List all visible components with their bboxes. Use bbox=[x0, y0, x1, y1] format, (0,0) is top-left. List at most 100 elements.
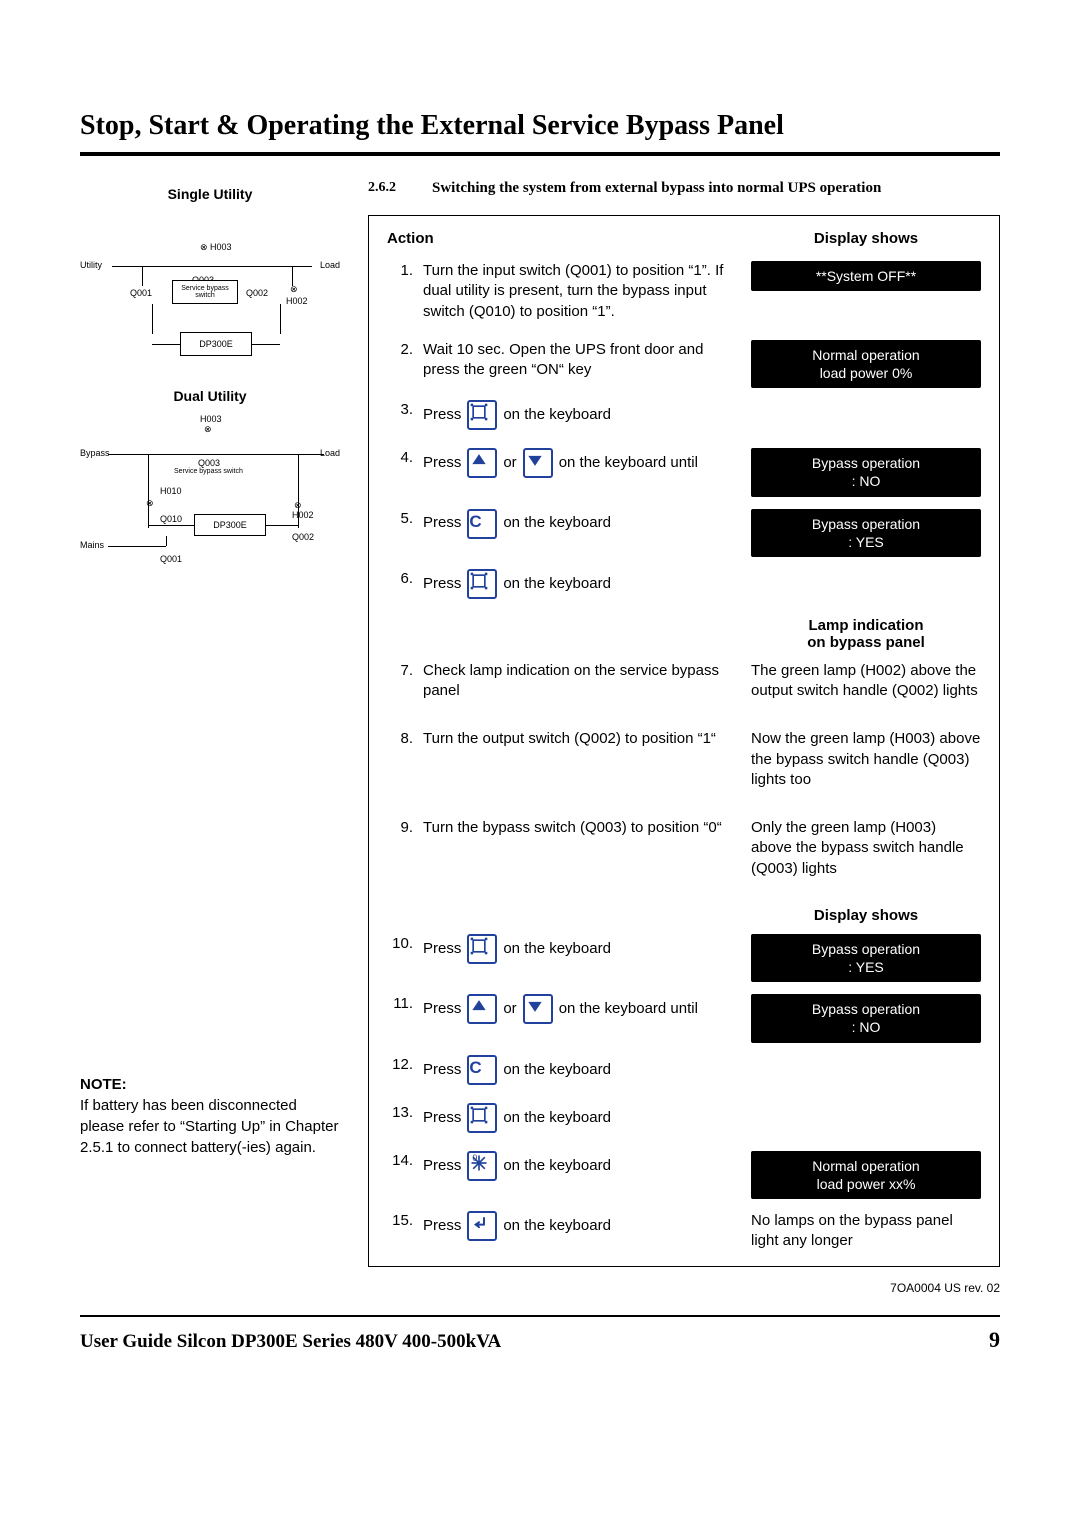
step-num: 9. bbox=[387, 818, 413, 838]
step-text: on the keyboard bbox=[503, 513, 611, 533]
dia-label: Mains bbox=[80, 540, 104, 550]
step-text: Press bbox=[423, 1216, 461, 1236]
dia-label: ⊗ bbox=[146, 498, 154, 509]
dia-label: Service bypass switch bbox=[172, 280, 238, 304]
step-num: 12. bbox=[387, 1055, 413, 1075]
step-num: 10. bbox=[387, 934, 413, 954]
step-num: 1. bbox=[387, 261, 413, 281]
step-text: on the keyboard bbox=[503, 1108, 611, 1128]
step-num: 11. bbox=[387, 994, 413, 1014]
dia-label: Bypass bbox=[80, 448, 110, 458]
step-text: Press bbox=[423, 999, 461, 1019]
display-pill: Bypass operation: NO bbox=[751, 994, 981, 1042]
action-heading: Action bbox=[387, 230, 434, 247]
step-num: 15. bbox=[387, 1211, 413, 1231]
section-title: Switching the system from external bypas… bbox=[432, 180, 881, 197]
c-key-icon: C bbox=[467, 509, 497, 539]
note-label: NOTE: bbox=[80, 1076, 127, 1093]
page-title: Stop, Start & Operating the External Ser… bbox=[80, 110, 1000, 142]
lamp-text: Now the green lamp (H003) above the bypa… bbox=[751, 729, 981, 790]
step-text: on the keyboard bbox=[503, 939, 611, 959]
lamp-text: Only the green lamp (H003) above the byp… bbox=[751, 818, 981, 879]
dia-label: Load bbox=[320, 260, 340, 270]
dia-label: ⊗ H003 bbox=[200, 242, 232, 253]
note-text: If battery has been disconnected please … bbox=[80, 1097, 338, 1156]
step-num: 8. bbox=[387, 729, 413, 749]
step-text: Press bbox=[423, 513, 461, 533]
step-text: Press bbox=[423, 574, 461, 594]
dia-label: DP300E bbox=[194, 514, 266, 536]
down-key-icon bbox=[523, 448, 553, 478]
step-num: 5. bbox=[387, 509, 413, 529]
step-text: or bbox=[503, 453, 516, 473]
step-num: 4. bbox=[387, 448, 413, 468]
dia-label: Q002 bbox=[292, 532, 314, 542]
display-pill: Bypass operation: YES bbox=[751, 934, 981, 982]
display-heading: Display shows bbox=[751, 907, 981, 924]
dia-label: H002 bbox=[292, 510, 314, 520]
lamp-heading: Lamp indicationon bypass panel bbox=[751, 617, 981, 651]
dual-utility-heading: Dual Utility bbox=[80, 388, 340, 404]
up-key-icon bbox=[467, 448, 497, 478]
dia-label: Q010 bbox=[160, 514, 182, 524]
page-number: 9 bbox=[989, 1327, 1000, 1353]
step-text: on the keyboard bbox=[503, 1156, 611, 1176]
display-pill: Bypass operation: NO bbox=[751, 448, 981, 496]
step-num: 14. bbox=[387, 1151, 413, 1171]
revision-text: 7OA0004 US rev. 02 bbox=[368, 1281, 1000, 1295]
section-number: 2.6.2 bbox=[368, 180, 414, 196]
star-key-icon: 0 bbox=[467, 1151, 497, 1181]
lamp-text: No lamps on the bypass panel light any l… bbox=[751, 1211, 981, 1252]
menu-key-icon bbox=[467, 1103, 497, 1133]
step-num: 3. bbox=[387, 400, 413, 420]
procedure-panel: Action Display shows 1. Turn the input s… bbox=[368, 215, 1000, 1267]
lamp-text: The green lamp (H002) above the output s… bbox=[751, 661, 981, 702]
step-text: Press bbox=[423, 939, 461, 959]
dia-label: Q001 bbox=[160, 554, 182, 564]
divider bbox=[80, 1315, 1000, 1317]
step-text: Press bbox=[423, 405, 461, 425]
step-text: Turn the input switch (Q001) to position… bbox=[423, 261, 737, 322]
step-num: 7. bbox=[387, 661, 413, 681]
dia-label: Service bypass switch bbox=[174, 468, 243, 475]
dia-label: Utility bbox=[80, 260, 102, 270]
display-pill: Normal operationload power 0% bbox=[751, 340, 981, 388]
step-text: on the keyboard bbox=[503, 1216, 611, 1236]
dia-label: Q003 bbox=[198, 458, 220, 468]
menu-key-icon bbox=[467, 400, 497, 430]
dia-label: ⊗ bbox=[204, 424, 212, 435]
enter-key-icon bbox=[467, 1211, 497, 1241]
divider bbox=[80, 152, 1000, 156]
dia-label: H010 bbox=[160, 486, 182, 496]
dia-label: H003 bbox=[200, 414, 222, 424]
single-utility-heading: Single Utility bbox=[80, 186, 340, 202]
note-block: NOTE: If battery has been disconnected p… bbox=[80, 1074, 340, 1158]
up-key-icon bbox=[467, 994, 497, 1024]
step-text: Turn the output switch (Q002) to positio… bbox=[423, 729, 716, 749]
step-text: on the keyboard until bbox=[559, 999, 698, 1019]
step-text: on the keyboard until bbox=[559, 453, 698, 473]
dia-label: Q002 bbox=[246, 288, 268, 298]
dual-utility-diagram: H003 ⊗ Bypass Load Q003 Service bypass s… bbox=[80, 414, 340, 604]
step-text: on the keyboard bbox=[503, 574, 611, 594]
step-text: Press bbox=[423, 1060, 461, 1080]
display-pill: Normal operationload power xx% bbox=[751, 1151, 981, 1199]
step-text: on the keyboard bbox=[503, 405, 611, 425]
step-text: on the keyboard bbox=[503, 1060, 611, 1080]
dia-label: H002 bbox=[286, 296, 308, 306]
step-text: Press bbox=[423, 1156, 461, 1176]
step-text: Check lamp indication on the service byp… bbox=[423, 661, 737, 702]
dia-label: ⊗ bbox=[290, 284, 298, 295]
c-key-icon: C bbox=[467, 1055, 497, 1085]
display-pill: **System OFF** bbox=[751, 261, 981, 291]
dia-label: Q001 bbox=[130, 288, 152, 298]
step-text: Turn the bypass switch (Q003) to positio… bbox=[423, 818, 722, 838]
step-text: Press bbox=[423, 1108, 461, 1128]
dia-label: DP300E bbox=[180, 332, 252, 356]
single-utility-diagram: Utility Load ⊗ H003 Q001 Q003 Q002 ⊗ H00… bbox=[80, 212, 340, 382]
dia-label: Load bbox=[320, 448, 340, 458]
step-text: or bbox=[503, 999, 516, 1019]
footer-guide-title: User Guide Silcon DP300E Series 480V 400… bbox=[80, 1331, 501, 1353]
step-num: 2. bbox=[387, 340, 413, 360]
step-text: Press bbox=[423, 453, 461, 473]
